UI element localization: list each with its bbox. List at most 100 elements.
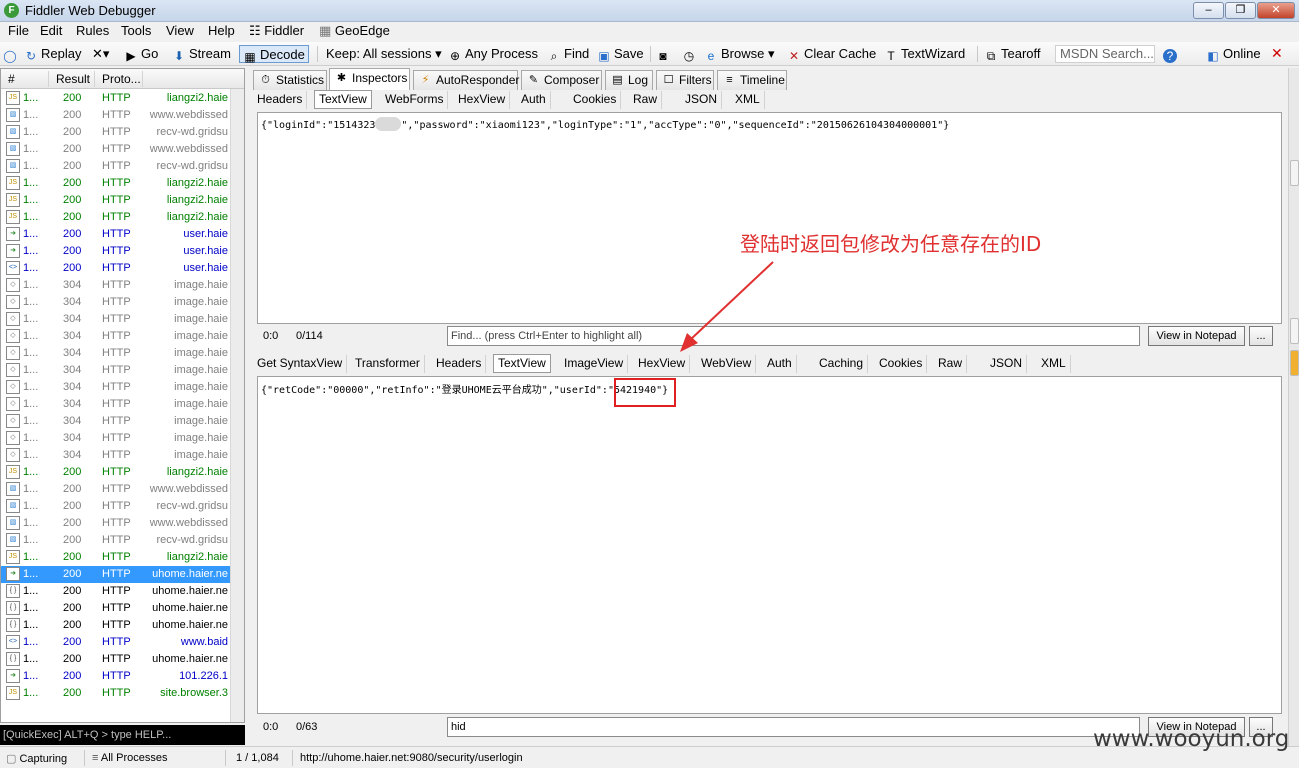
request-more-button[interactable]: ... — [1249, 326, 1273, 346]
remove-sessions-button[interactable]: ✕▾ — [92, 45, 109, 63]
session-row[interactable]: ▧ 1... 200 HTTP recv-wd.gridsu — [1, 498, 230, 515]
response-find-input[interactable]: hid — [447, 717, 1140, 737]
process-filter[interactable]: ≡ All Processes — [92, 752, 168, 764]
session-row[interactable]: ➜ 1... 200 HTTP uhome.haier.ne — [1, 566, 230, 583]
go-button[interactable]: ▶ Go — [124, 45, 158, 63]
response-tab-auth[interactable]: Auth — [763, 355, 797, 373]
request-tab-auth[interactable]: Auth — [517, 91, 551, 109]
column-number[interactable]: # — [8, 72, 15, 86]
tab-timeline[interactable]: ≡ Timeline — [717, 70, 787, 90]
session-row[interactable]: ◇ 1... 304 HTTP image.haie — [1, 379, 230, 396]
session-row[interactable]: ➜ 1... 200 HTTP user.haie — [1, 226, 230, 243]
menu-edit[interactable]: Edit — [37, 23, 65, 38]
response-tab-xml[interactable]: XML — [1037, 355, 1071, 373]
minimize-button[interactable]: – — [1193, 2, 1224, 19]
browse-button[interactable]: e Browse ▾ — [704, 45, 775, 63]
textwizard-button[interactable]: T TextWizard — [884, 45, 965, 63]
session-row[interactable]: ▧ 1... 200 HTTP www.webdissed — [1, 107, 230, 124]
session-row[interactable]: ◇ 1... 304 HTTP image.haie — [1, 430, 230, 447]
response-tab-caching[interactable]: Caching — [815, 355, 869, 373]
session-row[interactable]: ◇ 1... 304 HTTP image.haie — [1, 362, 230, 379]
request-tab-xml[interactable]: XML — [731, 91, 765, 109]
response-tab-webview[interactable]: WebView — [697, 355, 757, 373]
save-button[interactable]: ▣ Save — [597, 45, 643, 63]
session-row[interactable]: ▧ 1... 200 HTTP recv-wd.gridsu — [1, 532, 230, 549]
quickexec-input[interactable]: [QuickExec] ALT+Q > type HELP... — [0, 725, 245, 745]
keep-sessions-dropdown[interactable]: Keep: All sessions ▾ — [326, 45, 442, 63]
request-view-in-notepad-button[interactable]: View in Notepad — [1148, 326, 1245, 346]
find-button[interactable]: ⌕ Find — [547, 45, 590, 63]
column-result[interactable]: Result — [56, 72, 90, 86]
response-tab-hexview[interactable]: HexView — [634, 355, 691, 373]
session-row[interactable]: ◇ 1... 304 HTTP image.haie — [1, 328, 230, 345]
session-row[interactable]: <> 1... 200 HTTP www.baid — [1, 634, 230, 651]
request-tab-textview[interactable]: TextView — [314, 90, 372, 109]
replay-button[interactable]: ↻ Replay — [24, 45, 82, 63]
session-row[interactable]: { } 1... 200 HTTP uhome.haier.ne — [1, 617, 230, 634]
response-tab-transformer[interactable]: Transformer — [351, 355, 425, 373]
menu-fiddler[interactable]: ☷ Fiddler — [246, 23, 307, 39]
response-tab-headers[interactable]: Headers — [432, 355, 487, 373]
session-row[interactable]: ▧ 1... 200 HTTP www.webdissed — [1, 481, 230, 498]
help-button[interactable]: ? — [1163, 45, 1180, 63]
response-tab-textview[interactable]: TextView — [493, 354, 551, 373]
session-row[interactable]: ◇ 1... 304 HTTP image.haie — [1, 413, 230, 430]
session-row[interactable]: ▧ 1... 200 HTTP recv-wd.gridsu — [1, 158, 230, 175]
session-row[interactable]: JS 1... 200 HTTP liangzi2.haie — [1, 90, 230, 107]
column-protocol[interactable]: Proto... — [102, 72, 141, 86]
menu-tools[interactable]: Tools — [118, 23, 154, 38]
session-row[interactable]: ▧ 1... 200 HTTP www.webdissed — [1, 515, 230, 532]
session-row[interactable]: { } 1... 200 HTTP uhome.haier.ne — [1, 600, 230, 617]
response-tab-cookies[interactable]: Cookies — [875, 355, 928, 373]
session-row[interactable]: JS 1... 200 HTTP liangzi2.haie — [1, 549, 230, 566]
tab-composer[interactable]: ✎ Composer — [521, 70, 602, 90]
session-row[interactable]: { } 1... 200 HTTP uhome.haier.ne — [1, 583, 230, 600]
session-row[interactable]: { } 1... 200 HTTP uhome.haier.ne — [1, 651, 230, 668]
response-tab-get-syntaxview[interactable]: Get SyntaxView — [253, 355, 348, 373]
capturing-indicator[interactable]: ▢ Capturing — [6, 752, 67, 765]
session-row[interactable]: ◇ 1... 304 HTTP image.haie — [1, 345, 230, 362]
tearoff-button[interactable]: ⧉ Tearoff — [984, 45, 1041, 63]
session-row[interactable]: JS 1... 200 HTTP liangzi2.haie — [1, 175, 230, 192]
tab-inspectors[interactable]: ✱ Inspectors — [329, 68, 410, 90]
tab-log[interactable]: ▤ Log — [605, 70, 653, 90]
toolbar-close-icon[interactable]: ✕ — [1271, 45, 1283, 62]
session-row[interactable]: JS 1... 200 HTTP liangzi2.haie — [1, 464, 230, 481]
tab-filters[interactable]: ☐ Filters — [656, 70, 714, 90]
menu-file[interactable]: File — [5, 23, 32, 38]
request-tab-headers[interactable]: Headers — [253, 91, 308, 109]
comment-button[interactable]: ◯ — [3, 45, 20, 63]
online-button[interactable]: ◧ Online — [1206, 45, 1260, 63]
menu-view[interactable]: View — [163, 23, 197, 38]
session-row[interactable]: JS 1... 200 HTTP liangzi2.haie — [1, 192, 230, 209]
request-tab-cookies[interactable]: Cookies — [569, 91, 622, 109]
session-row[interactable]: JS 1... 200 HTTP liangzi2.haie — [1, 209, 230, 226]
response-tab-json[interactable]: JSON — [986, 355, 1028, 373]
session-row[interactable]: ◇ 1... 304 HTTP image.haie — [1, 447, 230, 464]
session-row[interactable]: ◇ 1... 304 HTTP image.haie — [1, 277, 230, 294]
decode-button[interactable]: ▦ Decode — [239, 45, 309, 64]
session-row[interactable]: ▧ 1... 200 HTTP www.webdissed — [1, 141, 230, 158]
session-row[interactable]: ◇ 1... 304 HTTP image.haie — [1, 311, 230, 328]
request-tab-raw[interactable]: Raw — [629, 91, 663, 109]
session-row[interactable]: ◇ 1... 304 HTTP image.haie — [1, 294, 230, 311]
session-row[interactable]: ➜ 1... 200 HTTP user.haie — [1, 243, 230, 260]
restore-button[interactable]: ❐ — [1225, 2, 1256, 19]
session-row[interactable]: ▧ 1... 200 HTTP recv-wd.gridsu — [1, 124, 230, 141]
session-row[interactable]: JS 1... 200 HTTP site.browser.3 — [1, 685, 230, 702]
tab-autoresponder[interactable]: ⚡ AutoResponder — [413, 70, 519, 90]
session-row[interactable]: <> 1... 200 HTTP user.haie — [1, 260, 230, 277]
request-tab-hexview[interactable]: HexView — [454, 91, 511, 109]
session-vertical-scrollbar[interactable] — [230, 89, 244, 722]
request-find-input[interactable]: Find... (press Ctrl+Enter to highlight a… — [447, 326, 1140, 346]
response-body-text[interactable]: {"retCode":"00000","retInfo":"登录UHOME云平台… — [257, 376, 1282, 714]
response-tab-imageview[interactable]: ImageView — [560, 355, 629, 373]
any-process-button[interactable]: ⊕ Any Process — [448, 45, 538, 63]
menu-rules[interactable]: Rules — [73, 23, 112, 38]
request-tab-webforms[interactable]: WebForms — [381, 91, 449, 109]
session-row[interactable]: ➜ 1... 200 HTTP 101.226.1 — [1, 668, 230, 685]
response-tab-raw[interactable]: Raw — [934, 355, 968, 373]
menu-help[interactable]: Help — [205, 23, 238, 38]
tab-statistics[interactable]: ⏱ Statistics — [253, 70, 327, 90]
session-row[interactable]: ◇ 1... 304 HTTP image.haie — [1, 396, 230, 413]
